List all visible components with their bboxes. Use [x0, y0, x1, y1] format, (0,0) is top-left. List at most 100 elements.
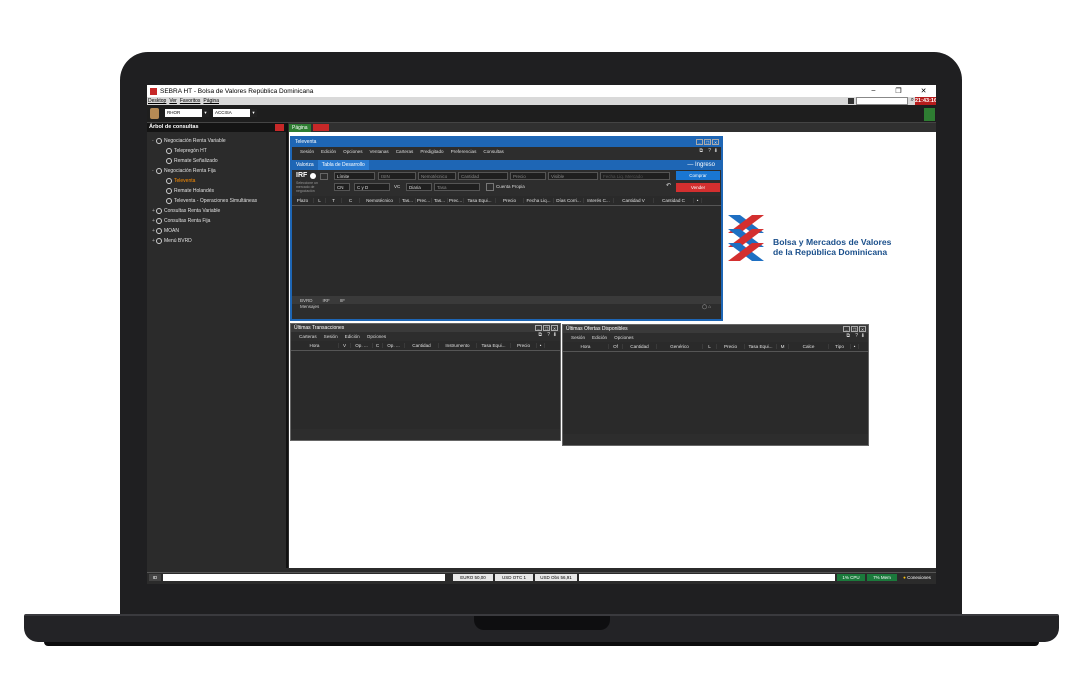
help-icon[interactable]: ? — [547, 332, 550, 338]
col-precio-1[interactable]: Prec... — [416, 198, 432, 203]
vender-button[interactable]: Vender — [676, 183, 720, 192]
plazo-select[interactable]: Diaria — [406, 183, 432, 191]
menu-opciones[interactable]: Opciones — [367, 334, 386, 339]
col-precio-2[interactable]: Prec... — [448, 198, 464, 203]
col-tasa-2[interactable]: Tas... — [432, 198, 448, 203]
account-select[interactable]: ACCISA ▾ — [213, 109, 257, 117]
mercado-select[interactable]: CN — [334, 183, 350, 191]
comprar-button[interactable]: Comprar — [676, 171, 720, 180]
tab-bvrd[interactable]: BVRD — [300, 298, 313, 303]
col-cantidad-c[interactable]: Cantidad C — [654, 198, 694, 203]
cantidad-input[interactable]: Cantidad — [458, 172, 508, 180]
menu-opciones[interactable]: Opciones — [343, 149, 362, 154]
col-dias-corri[interactable]: Días Corri... — [554, 198, 584, 203]
col-m[interactable]: M — [777, 344, 789, 349]
sidebar-close-icon[interactable] — [275, 124, 284, 131]
menu-predigitado[interactable]: Predigitado — [420, 149, 443, 154]
visible-input[interactable]: Visible — [548, 172, 598, 180]
pin-icon[interactable]: ⬇ — [861, 333, 865, 339]
tree-item-consultas-rv[interactable]: + Consultas Renta Variable — [147, 206, 286, 216]
document-icon[interactable] — [924, 108, 935, 121]
restore-icon[interactable]: ❐ — [851, 326, 858, 332]
participant-select[interactable]: RHOR ▾ — [165, 109, 209, 117]
close-button[interactable]: ✕ — [911, 87, 936, 95]
tab-pagina[interactable]: Página — [289, 123, 311, 132]
fecha-liq-input[interactable]: Fecha Liq. Mercado — [600, 172, 670, 180]
mensajes-label[interactable]: Mensajes — [300, 304, 319, 309]
tree-item-telepregon[interactable]: Telepregón HT — [147, 146, 286, 156]
tree-item-negociacion-rv[interactable]: - Negociación Renta Variable — [147, 136, 286, 146]
col-cantidad[interactable]: Cantidad — [623, 344, 657, 349]
nemotecnico-input[interactable]: Nemotécnico — [418, 172, 456, 180]
menu-opciones[interactable]: Opciones — [614, 335, 633, 340]
tab-valoriza[interactable]: Valoriza — [292, 162, 318, 168]
column-settings-icon[interactable]: • — [694, 198, 702, 203]
tab-irf[interactable]: IRF — [323, 298, 330, 303]
precio-input[interactable]: Precio — [510, 172, 546, 180]
col-cantidad-v[interactable]: Cantidad V — [614, 198, 654, 203]
minimize-icon[interactable]: – — [843, 326, 850, 332]
restore-icon[interactable]: ❐ — [704, 139, 711, 145]
menu-ventanas[interactable]: Ventanas — [370, 149, 389, 154]
menu-edicion[interactable]: Edición — [345, 334, 360, 339]
menu-sesion[interactable]: Sesión — [324, 334, 338, 339]
menu-preferencias[interactable]: Preferencias — [451, 149, 477, 154]
menu-sesion[interactable]: Sesión — [571, 335, 585, 340]
col-tasa-equi[interactable]: Tasa Equi... — [464, 198, 496, 203]
menu-carteras[interactable]: Carteras — [396, 149, 414, 154]
col-c[interactable]: C — [342, 198, 360, 203]
menu-pagina[interactable]: Página — [203, 98, 219, 104]
col-nemotecnico[interactable]: Nemotécnico — [360, 198, 400, 203]
col-c[interactable]: C — [373, 343, 383, 348]
copy-icon[interactable]: ⧉ — [699, 148, 703, 154]
user-icon[interactable] — [150, 108, 159, 119]
col-generico[interactable]: Genérico — [657, 344, 703, 349]
tree-item-remate-senalizado[interactable]: Remate Señalizado — [147, 156, 286, 166]
tree-item-televenta[interactable]: Televenta — [147, 176, 286, 186]
tree-item-remate-holandes[interactable]: Remate Holandés — [147, 186, 286, 196]
menu-edicion[interactable]: Edición — [321, 149, 336, 154]
col-plazo[interactable]: Plazo — [292, 198, 314, 203]
tab-iif[interactable]: IIF — [340, 298, 345, 303]
col-interes[interactable]: Interés C... — [584, 198, 614, 203]
col-tasa-equi[interactable]: Tasa Equi... — [745, 344, 777, 349]
search-icon[interactable]: ⌕ — [911, 97, 914, 104]
minimize-button[interactable]: – — [861, 87, 886, 95]
column-settings-icon[interactable]: • — [851, 344, 859, 349]
col-precio[interactable]: Precio — [496, 198, 524, 203]
col-v[interactable]: V — [339, 343, 351, 348]
expand-icon[interactable]: ◯ ⌂ — [702, 304, 711, 310]
col-calce[interactable]: Calce — [789, 344, 829, 349]
isin-input[interactable]: ISIN — [378, 172, 416, 180]
col-tasa-1[interactable]: Tas... — [400, 198, 416, 203]
col-l[interactable]: L — [703, 344, 717, 349]
menu-edicion[interactable]: Edición — [592, 335, 607, 340]
col-op-c[interactable]: Op. ... — [383, 343, 405, 348]
toggle-icon[interactable] — [310, 173, 316, 179]
col-precio[interactable]: Precio — [717, 344, 745, 349]
close-icon[interactable]: ✕ — [712, 139, 719, 145]
minimize-icon[interactable]: – — [535, 325, 542, 331]
column-settings-icon[interactable]: • — [537, 343, 545, 348]
col-cantidad[interactable]: Cantidad — [405, 343, 439, 348]
tasa-input[interactable]: Tasa — [434, 183, 480, 191]
col-hora[interactable]: Hora — [291, 343, 339, 348]
menu-carteras[interactable]: Carteras — [299, 334, 317, 339]
conexiones-status[interactable]: ● Conexiones — [899, 574, 935, 581]
tree-item-televenta-simultaneas[interactable]: Televenta - Operaciones Simultáneas — [147, 196, 286, 206]
tree-item-menu-bvrd[interactable]: + Menú BVRD — [147, 236, 286, 246]
col-t[interactable]: T — [326, 198, 342, 203]
undo-icon[interactable]: ↶ — [666, 182, 671, 189]
col-instrumento[interactable]: Instrumento — [439, 343, 477, 348]
col-of[interactable]: Of — [609, 344, 623, 349]
col-fecha-liq[interactable]: Fecha Liq... — [524, 198, 554, 203]
col-op-v[interactable]: Op. ... — [351, 343, 373, 348]
tree-item-consultas-rf[interactable]: + Consultas Renta Fija — [147, 216, 286, 226]
menu-sesion[interactable]: Sesión — [300, 149, 314, 154]
col-precio[interactable]: Precio — [511, 343, 537, 348]
col-hora[interactable]: Hora — [563, 344, 609, 349]
order-type-select[interactable]: Límite — [334, 172, 375, 180]
close-icon[interactable]: ✕ — [551, 325, 558, 331]
menu-consultas[interactable]: Consultas — [483, 149, 503, 154]
search-input[interactable] — [856, 97, 908, 105]
